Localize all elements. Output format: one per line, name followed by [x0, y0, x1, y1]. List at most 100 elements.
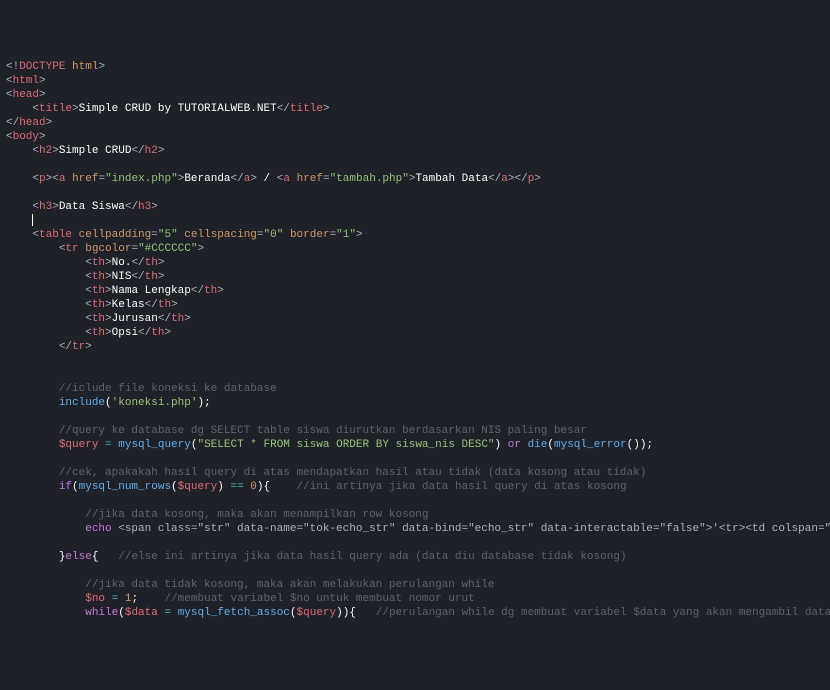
- tok-include_arg: 'koneksi.php': [112, 397, 198, 409]
- tok-echo_kw: echo: [85, 523, 111, 535]
- code-line: [6, 494, 824, 508]
- tok-var_data: $data: [125, 607, 158, 619]
- tok-th2: NIS: [112, 271, 132, 283]
- tok-th_tag: th: [145, 271, 158, 283]
- tok-com6: //else ini artinya jika data hasil query…: [118, 551, 626, 563]
- code-line: <th>Nama Lengkap</th>: [6, 284, 824, 298]
- tok-bgcolor_val: "#CCCCCC": [138, 243, 197, 255]
- tok-p_tag: p: [39, 173, 46, 185]
- code-line: if(mysql_num_rows($query) == 0){ //ini a…: [6, 480, 824, 494]
- code-line: <th>Kelas</th>: [6, 298, 824, 312]
- tok-html_open: html: [13, 75, 39, 87]
- tok-bgcolor_attr: bgcolor: [85, 243, 131, 255]
- tok-eq: =: [112, 593, 119, 605]
- tok-sep_text: /: [257, 173, 277, 185]
- tok-eq: =: [105, 439, 112, 451]
- tok-h3_tag: h3: [39, 201, 52, 213]
- tok-th_tag: th: [171, 313, 184, 325]
- code-line: [6, 410, 824, 424]
- tok-th5: Jurusan: [112, 313, 158, 325]
- code-line: //iclude file koneksi ke database includ…: [6, 368, 824, 620]
- tok-a1_text: Beranda: [184, 173, 230, 185]
- code-line: //jika data kosong, maka akan menampilka…: [6, 508, 824, 522]
- code-line: [6, 452, 824, 466]
- code-line: [6, 158, 824, 172]
- code-line: <th>NIS</th>: [6, 270, 824, 284]
- tok-head_open: head: [13, 89, 39, 101]
- tok-eqeq: ==: [230, 481, 243, 493]
- tok-head_close: head: [19, 117, 45, 129]
- code-line: [6, 536, 824, 550]
- tok-title_text: Simple CRUD by TUTORIALWEB.NET: [79, 103, 277, 115]
- code-line: <html>: [6, 74, 824, 88]
- code-line: $no = 1; //membuat variabel $no untuk me…: [6, 592, 824, 606]
- tok-h3_tag: h3: [138, 201, 151, 213]
- code-line: //cek, apakakah hasil query di atas mend…: [6, 466, 824, 480]
- tok-cellpadding_attr: cellpadding: [79, 229, 152, 241]
- tok-th_tag: th: [158, 299, 171, 311]
- code-line: <!DOCTYPE html>: [6, 60, 824, 74]
- tok-h2_text: Simple CRUD: [59, 145, 132, 157]
- code-line: include('koneksi.php');: [6, 396, 824, 410]
- doctype-attr: html: [72, 61, 98, 73]
- tok-a1_val: "index.php": [105, 173, 178, 185]
- code-editor-view: <!DOCTYPE html><html><head> <title>Simpl…: [6, 60, 824, 620]
- code-line: <title>Simple CRUD by TUTORIALWEB.NET</t…: [6, 102, 824, 116]
- text-cursor: [32, 214, 33, 226]
- code-line: <th>Opsi</th>: [6, 326, 824, 340]
- tok-com3: //cek, apakakah hasil query di atas mend…: [59, 467, 647, 479]
- code-line: [6, 564, 824, 578]
- tok-h3_text: Data Siswa: [59, 201, 125, 213]
- tok-h2_tag: h2: [145, 145, 158, 157]
- tok-tr_tag: tr: [65, 243, 78, 255]
- tok-var_query: $query: [59, 439, 99, 451]
- tok-eq: =: [164, 607, 171, 619]
- tok-if_kw: if: [59, 481, 72, 493]
- tok-com8: //membuat variabel $no untuk membuat nom…: [164, 593, 474, 605]
- tok-th3: Nama Lengkap: [112, 285, 191, 297]
- tok-one: 1: [125, 593, 132, 605]
- tok-title_tag: title: [39, 103, 72, 115]
- tok-while_kw: while: [85, 607, 118, 619]
- tok-com2: //query ke database dg SELECT table sisw…: [59, 425, 587, 437]
- tok-title_tag: title: [290, 103, 323, 115]
- code-line: <h2>Simple CRUD</h2>: [6, 144, 824, 158]
- tok-die_fn: die: [528, 439, 548, 451]
- tok-cellspacing_attr: cellspacing: [184, 229, 257, 241]
- tok-th_tag: th: [92, 271, 105, 283]
- tok-com1: //iclude file koneksi ke database: [59, 383, 277, 395]
- tok-a2_val: "tambah.php": [330, 173, 409, 185]
- tok-com9: //perulangan while dg membuat variabel $…: [376, 607, 830, 619]
- tok-mysql_query: mysql_query: [118, 439, 191, 451]
- tok-mysql_error: mysql_error: [554, 439, 627, 451]
- tok-th_tag: th: [92, 313, 105, 325]
- code-line: <th>Jurusan</th>: [6, 312, 824, 326]
- tok-th_tag: th: [145, 257, 158, 269]
- tok-th_tag: th: [204, 285, 217, 297]
- doctype-name: DOCTYPE: [19, 61, 65, 73]
- tok-var_no: $no: [85, 593, 105, 605]
- tok-var_query: $query: [178, 481, 218, 493]
- tok-query_str: "SELECT * FROM siswa ORDER BY siswa_nis …: [197, 439, 494, 451]
- tok-com5: //jika data kosong, maka akan menampilka…: [85, 509, 428, 521]
- tok-com7: //jika data tidak kosong, maka akan mela…: [85, 579, 494, 591]
- tok-body_open: body: [13, 131, 39, 143]
- tok-a_tag: a: [283, 173, 290, 185]
- code-line: </tr>: [6, 340, 824, 354]
- tok-a_tag: a: [501, 173, 508, 185]
- code-line: <table cellpadding="5" cellspacing="0" b…: [6, 228, 824, 242]
- code-line: </head>: [6, 116, 824, 130]
- tok-th_tag: th: [92, 257, 105, 269]
- tok-th_tag: th: [92, 299, 105, 311]
- tok-h2_tag: h2: [39, 145, 52, 157]
- tok-include_fn: include: [59, 397, 105, 409]
- code-line: }else{ //else ini artinya jika data hasi…: [6, 550, 824, 564]
- tok-com4: //ini artinya jika data hasil query di a…: [297, 481, 627, 493]
- code-line: <tr bgcolor="#CCCCCC">: [6, 242, 824, 256]
- code-line: //jika data tidak kosong, maka akan mela…: [6, 578, 824, 592]
- tok-th6: Opsi: [112, 327, 138, 339]
- code-line: while($data = mysql_fetch_assoc($query))…: [6, 606, 824, 620]
- code-line: [6, 354, 824, 368]
- tok-a2_text: Tambah Data: [415, 173, 488, 185]
- tok-th_tag: th: [92, 327, 105, 339]
